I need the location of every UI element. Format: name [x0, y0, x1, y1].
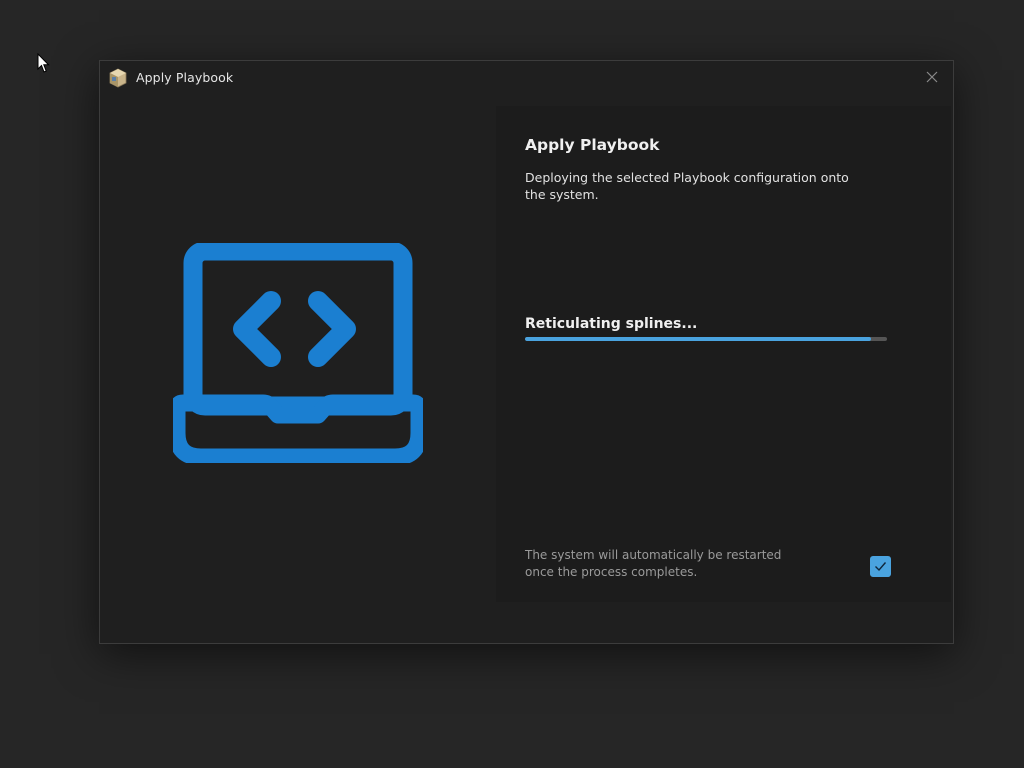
- mouse-cursor-icon: [37, 53, 50, 73]
- page-title: Apply Playbook: [525, 136, 660, 154]
- auto-restart-checkbox[interactable]: [870, 556, 891, 577]
- apply-playbook-window: Apply Playbook Apply Playbook Deploying …: [99, 60, 954, 644]
- illustration-pane: [100, 95, 496, 643]
- window-title: Apply Playbook: [136, 70, 234, 85]
- progress-bar-fill: [525, 337, 871, 341]
- content-pane: Apply Playbook Deploying the selected Pl…: [496, 106, 951, 602]
- restart-note-line-1: The system will automatically be restart…: [525, 548, 782, 562]
- title-bar[interactable]: Apply Playbook: [100, 61, 953, 95]
- close-icon: [926, 71, 938, 83]
- laptop-code-icon: [173, 243, 423, 463]
- page-description: Deploying the selected Playbook configur…: [525, 170, 849, 202]
- checkmark-icon: [875, 562, 887, 572]
- restart-note: The system will automatically be restart…: [525, 547, 785, 581]
- progress-bar: [525, 337, 887, 341]
- app-box-icon: [109, 68, 127, 88]
- progress-status-text: Reticulating splines...: [525, 316, 698, 332]
- restart-note-line-2: once the process completes.: [525, 565, 698, 579]
- close-button[interactable]: [919, 65, 945, 89]
- desktop: Apply Playbook Apply Playbook Deploying …: [0, 0, 1024, 768]
